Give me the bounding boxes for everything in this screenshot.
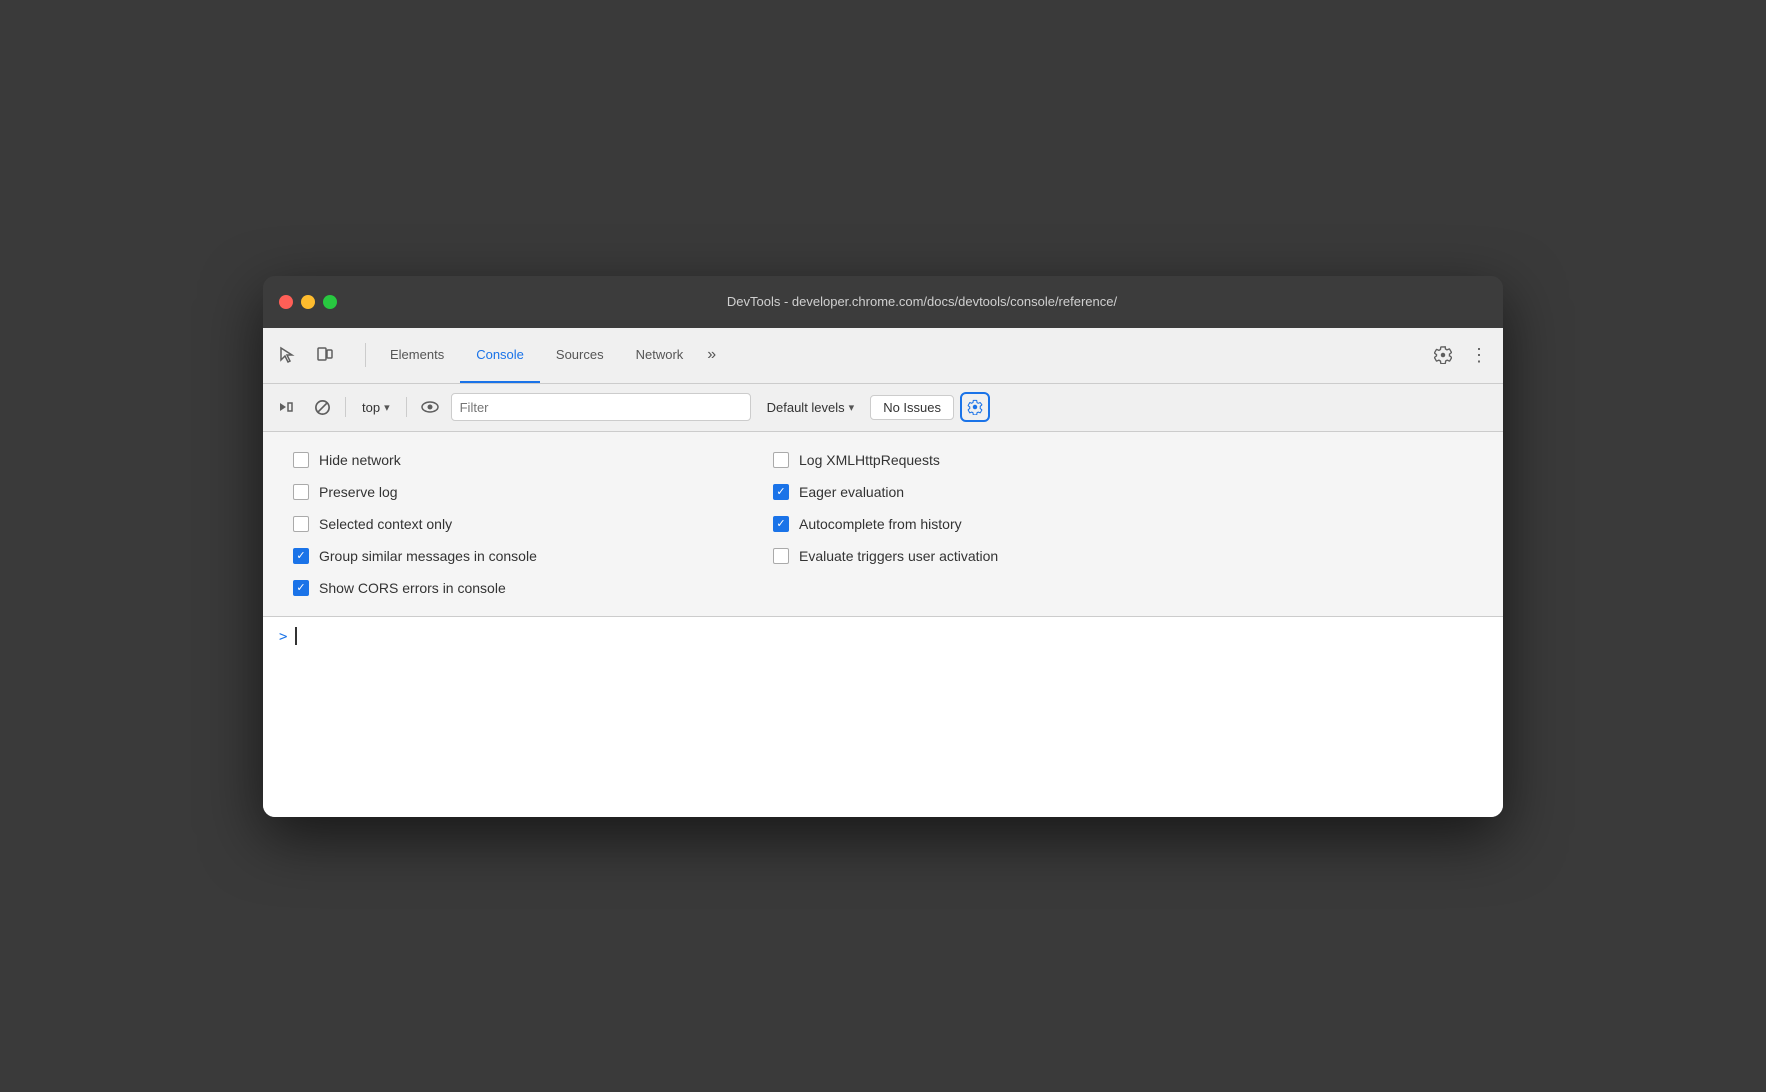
context-selector[interactable]: top ▾	[354, 396, 398, 419]
setting-eager-eval: ✓ Eager evaluation	[773, 484, 1193, 500]
setting-log-xhr: Log XMLHttpRequests	[773, 452, 1193, 468]
eye-button[interactable]	[415, 392, 445, 422]
show-cors-checkbox[interactable]: ✓	[293, 580, 309, 596]
checkmark-icon-3: ✓	[776, 485, 785, 498]
titlebar: DevTools - developer.chrome.com/docs/dev…	[263, 276, 1503, 328]
hide-network-checkbox[interactable]	[293, 452, 309, 468]
setting-preserve-log: Preserve log	[293, 484, 713, 500]
group-similar-label: Group similar messages in console	[319, 548, 537, 564]
more-options-button[interactable]: ⋮	[1463, 339, 1495, 371]
setting-autocomplete: ✓ Autocomplete from history	[773, 516, 1193, 532]
preserve-log-checkbox[interactable]	[293, 484, 309, 500]
eval-triggers-label: Evaluate triggers user activation	[799, 548, 998, 564]
checkmark-icon-2: ✓	[296, 581, 305, 594]
block-icon	[314, 399, 331, 416]
tab-separator-1	[365, 343, 366, 367]
toolbar-separator-1	[345, 397, 346, 417]
eager-eval-checkbox[interactable]: ✓	[773, 484, 789, 500]
log-levels-selector[interactable]: Default levels ▾	[757, 396, 865, 419]
sidebar-toggle-icon	[278, 399, 294, 415]
setting-selected-context: Selected context only	[293, 516, 713, 532]
settings-right-column: Log XMLHttpRequests ✓ Eager evaluation ✓…	[773, 452, 1193, 596]
setting-hide-network: Hide network	[293, 452, 713, 468]
minimize-button[interactable]	[301, 295, 315, 309]
context-chevron-icon: ▾	[384, 401, 390, 414]
selected-context-checkbox[interactable]	[293, 516, 309, 532]
device-icon	[316, 346, 334, 364]
autocomplete-checkbox[interactable]: ✓	[773, 516, 789, 532]
log-xhr-checkbox[interactable]	[773, 452, 789, 468]
console-toolbar: top ▾ Default levels ▾ No Issues	[263, 384, 1503, 432]
preserve-log-label: Preserve log	[319, 484, 398, 500]
hide-network-label: Hide network	[319, 452, 401, 468]
settings-gear-icon	[967, 399, 983, 415]
console-settings-button[interactable]	[960, 392, 990, 422]
setting-show-cors: ✓ Show CORS errors in console	[293, 580, 713, 596]
text-cursor	[295, 627, 297, 645]
tab-right-icons: ⋮	[1427, 339, 1495, 371]
tab-icons	[271, 339, 341, 371]
tab-bar: Elements Console Sources Network »	[263, 328, 1503, 384]
no-issues-button[interactable]: No Issues	[870, 395, 954, 420]
log-xhr-label: Log XMLHttpRequests	[799, 452, 940, 468]
tab-elements[interactable]: Elements	[374, 328, 460, 383]
dots-icon: ⋮	[1470, 346, 1488, 364]
close-button[interactable]	[279, 295, 293, 309]
settings-button[interactable]	[1427, 339, 1459, 371]
filter-input[interactable]	[451, 393, 751, 421]
more-tabs-button[interactable]: »	[699, 328, 724, 383]
settings-left-column: Hide network Preserve log Selected conte…	[293, 452, 713, 596]
autocomplete-label: Autocomplete from history	[799, 516, 962, 532]
traffic-lights	[279, 295, 337, 309]
settings-panel: Hide network Preserve log Selected conte…	[263, 432, 1503, 617]
gear-icon	[1434, 346, 1452, 364]
checkmark-icon: ✓	[296, 549, 305, 562]
checkmark-icon-4: ✓	[776, 517, 785, 530]
tabs-list: Elements Console Sources Network »	[374, 328, 1427, 383]
console-cursor[interactable]	[295, 627, 297, 645]
maximize-button[interactable]	[323, 295, 337, 309]
eval-triggers-checkbox[interactable]	[773, 548, 789, 564]
group-similar-checkbox[interactable]: ✓	[293, 548, 309, 564]
settings-grid: Hide network Preserve log Selected conte…	[293, 452, 1193, 596]
sidebar-toggle-button[interactable]	[271, 392, 301, 422]
show-cors-label: Show CORS errors in console	[319, 580, 506, 596]
tab-sources[interactable]: Sources	[540, 328, 620, 383]
tab-console[interactable]: Console	[460, 328, 540, 383]
toolbar-separator-2	[406, 397, 407, 417]
levels-label: Default levels	[767, 400, 845, 415]
devtools-body: Elements Console Sources Network »	[263, 328, 1503, 817]
context-label: top	[362, 400, 380, 415]
tab-network[interactable]: Network	[620, 328, 700, 383]
selected-context-label: Selected context only	[319, 516, 452, 532]
window-title: DevTools - developer.chrome.com/docs/dev…	[357, 294, 1487, 309]
console-prompt: >	[279, 629, 287, 645]
setting-eval-triggers: Evaluate triggers user activation	[773, 548, 1193, 564]
console-input-area[interactable]: >	[263, 617, 1503, 817]
cursor-icon	[278, 346, 296, 364]
eye-icon	[421, 401, 439, 413]
devtools-window: DevTools - developer.chrome.com/docs/dev…	[263, 276, 1503, 817]
eager-eval-label: Eager evaluation	[799, 484, 904, 500]
setting-group-similar: ✓ Group similar messages in console	[293, 548, 713, 564]
inspect-element-button[interactable]	[271, 339, 303, 371]
levels-chevron-icon: ▾	[849, 401, 855, 414]
clear-console-button[interactable]	[307, 392, 337, 422]
device-toggle-button[interactable]	[309, 339, 341, 371]
